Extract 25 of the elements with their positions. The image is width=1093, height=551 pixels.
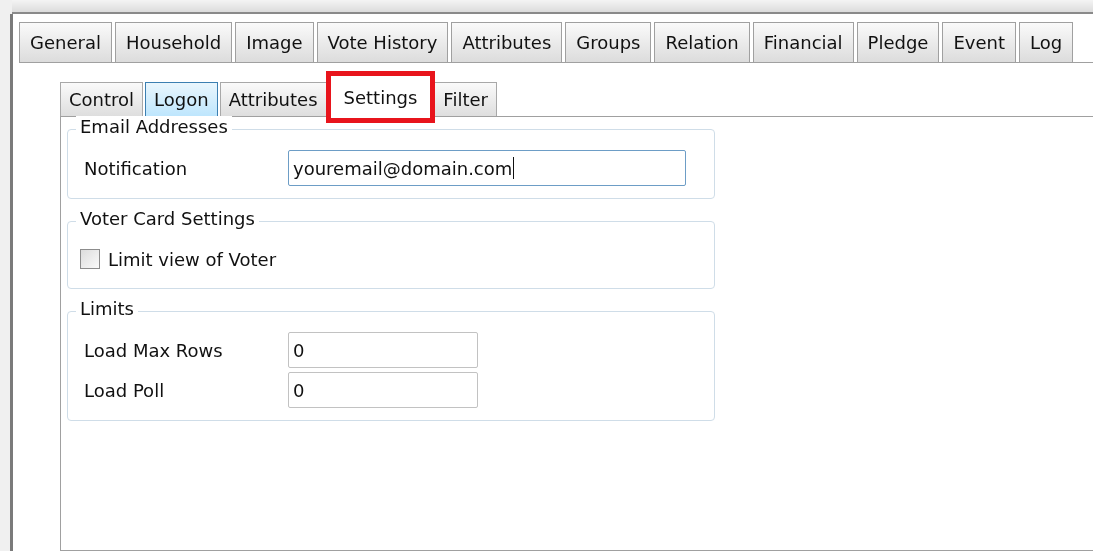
tab[interactable]: Attributes	[219, 82, 327, 116]
tab[interactable]: Image	[235, 22, 314, 62]
tab[interactable]: Financial	[752, 22, 854, 62]
group-title: Voter Card Settings	[76, 208, 259, 229]
tab[interactable]: Relation	[654, 22, 750, 62]
tab[interactable]: Household	[114, 22, 233, 62]
field-label: Load Max Rows	[83, 339, 224, 361]
field-label: Notification	[83, 157, 189, 179]
tab[interactable]: Vote History	[316, 22, 449, 62]
field-label: Load Poll	[83, 379, 166, 401]
tab[interactable]: General	[19, 22, 112, 62]
checkbox[interactable]	[80, 249, 100, 269]
tab[interactable]: Attributes	[451, 22, 563, 62]
tab[interactable]: Log	[1019, 22, 1074, 62]
tab[interactable]: Event	[942, 22, 1016, 62]
tab[interactable]: Control	[60, 82, 144, 116]
input-field[interactable]: 0	[288, 332, 478, 368]
tab[interactable]: Logon	[145, 82, 218, 116]
input-field[interactable]: 0	[288, 372, 478, 408]
tab[interactable]: Settings	[328, 74, 433, 120]
checkbox-label: Limit view of Voter	[108, 248, 277, 270]
tab[interactable]: Filter	[434, 82, 497, 116]
tab[interactable]: Groups	[565, 22, 652, 62]
tab[interactable]: Pledge	[856, 22, 940, 62]
input-field[interactable]: youremail@domain.com	[288, 150, 686, 186]
